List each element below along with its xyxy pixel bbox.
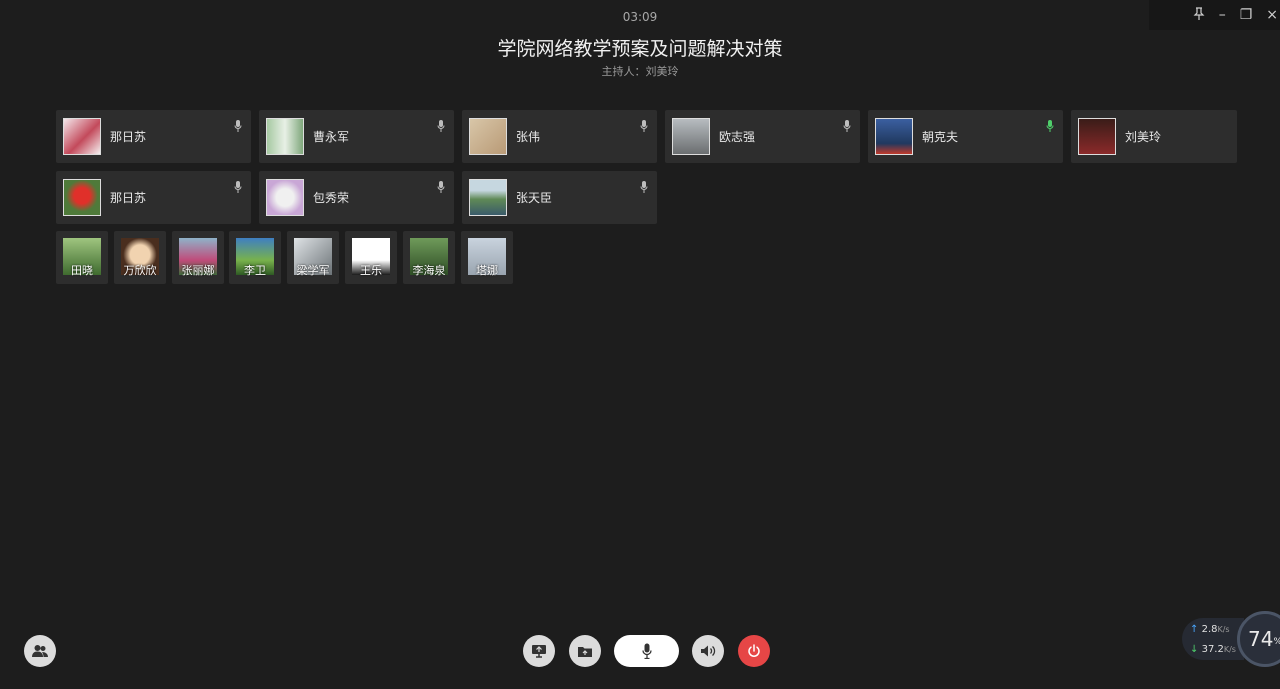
speaker-card[interactable]: 张天臣 <box>462 171 657 224</box>
avatar <box>672 118 710 155</box>
listener-tile[interactable]: 张丽娜 <box>172 231 224 284</box>
screen-share-icon <box>532 645 546 658</box>
speaker-name: 张天臣 <box>516 191 553 205</box>
speaker-icon <box>701 645 716 657</box>
leave-meeting-button[interactable] <box>738 635 770 667</box>
share-screen-button[interactable] <box>523 635 555 667</box>
meeting-host: 主持人：刘美玲 <box>601 65 679 78</box>
avatar <box>1078 118 1116 155</box>
speaker-card[interactable]: 那日苏 <box>56 171 251 224</box>
arrow-down-icon: ↓ <box>1190 644 1199 655</box>
speaker-card[interactable]: 曹永军 <box>259 110 454 163</box>
listener-tile[interactable]: 田晓 <box>56 231 108 284</box>
avatar <box>266 118 304 155</box>
speaker-card[interactable]: 朝克夫 <box>868 110 1063 163</box>
listener-tile[interactable]: 塔娜 <box>461 231 513 284</box>
avatar <box>875 118 913 155</box>
speaker-button[interactable] <box>692 635 724 667</box>
microphone-icon <box>234 120 242 132</box>
listener-name: 田晓 <box>71 264 93 277</box>
microphone-icon <box>234 181 242 193</box>
speaker-card[interactable]: 包秀荣 <box>259 171 454 224</box>
microphone-icon <box>640 120 648 132</box>
listener-name: 梁学军 <box>296 264 330 277</box>
listener-tile[interactable]: 万欣欣 <box>114 231 166 284</box>
gauge-value: 74 <box>1247 627 1274 651</box>
listener-name: 李卫 <box>244 264 266 277</box>
share-file-button[interactable] <box>569 635 601 667</box>
speaker-name: 张伟 <box>516 130 541 144</box>
microphone-icon <box>843 120 851 132</box>
avatar <box>63 118 101 155</box>
listener-tile[interactable]: 王乐 <box>345 231 397 284</box>
microphone-icon <box>437 181 445 193</box>
listener-name: 塔娜 <box>476 264 498 277</box>
download-speed: ↓ 37.2K/s <box>1190 644 1236 655</box>
speaker-card[interactable]: 张伟 <box>462 110 657 163</box>
microphone-button[interactable] <box>614 635 679 667</box>
speaker-name: 朝克夫 <box>922 130 959 144</box>
avatar <box>469 179 507 216</box>
speaker-name: 刘美玲 <box>1125 130 1162 144</box>
listener-tile[interactable]: 梁学军 <box>287 231 339 284</box>
speaker-card[interactable]: 刘美玲 <box>1071 110 1237 163</box>
meeting-title: 学院网络教学预案及问题解决对策 <box>497 38 783 60</box>
microphone-icon <box>437 120 445 132</box>
participants-button[interactable] <box>24 635 56 667</box>
upload-speed: ↑ 2.8K/s <box>1190 624 1230 635</box>
avatar <box>266 179 304 216</box>
speaker-card[interactable]: 那日苏 <box>56 110 251 163</box>
speaker-name: 包秀荣 <box>313 191 350 205</box>
power-icon <box>748 644 760 657</box>
network-speed-widget: ↑ 2.8K/s ↓ 37.2K/s <box>1182 618 1244 660</box>
speaker-name: 那日苏 <box>110 191 147 205</box>
meeting-timer: 03:09 <box>622 10 658 24</box>
listener-name: 李海泉 <box>412 264 446 277</box>
microphone-icon <box>640 181 648 193</box>
avatar <box>63 179 101 216</box>
listener-tile[interactable]: 李海泉 <box>403 231 455 284</box>
listener-tile[interactable]: 李卫 <box>229 231 281 284</box>
speaker-card[interactable]: 欧志强 <box>665 110 860 163</box>
listener-name: 王乐 <box>360 264 382 277</box>
microphone-icon <box>1046 120 1054 132</box>
listener-name: 张丽娜 <box>181 264 215 277</box>
avatar <box>469 118 507 155</box>
speaker-name: 曹永军 <box>313 130 350 144</box>
listener-name: 万欣欣 <box>123 264 157 277</box>
speaker-name: 那日苏 <box>110 130 147 144</box>
speaker-name: 欧志强 <box>719 130 756 144</box>
people-icon <box>32 645 48 657</box>
folder-share-icon <box>578 646 592 657</box>
arrow-up-icon: ↑ <box>1190 624 1199 635</box>
microphone-icon <box>641 643 652 659</box>
